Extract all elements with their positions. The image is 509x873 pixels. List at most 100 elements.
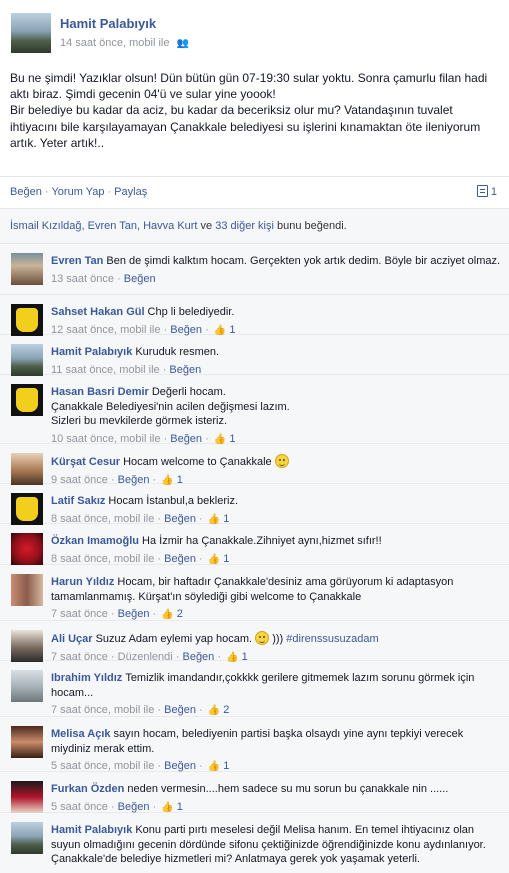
comment-text: Ben de şimdi kalktım hocam. Gerçekten yo… [106,255,501,267]
rabia-sign-icon [16,308,38,332]
comment-timestamp[interactable]: 8 saat önce, mobil ile [51,553,154,565]
commenter-name[interactable]: Ibrahim Yıldız [51,672,122,684]
comment-timestamp[interactable]: 11 saat önce, mobil ile [51,364,160,376]
comment-like-button[interactable]: Beğen [118,801,150,813]
commenter-avatar[interactable] [11,453,43,485]
rabia-sign-icon [16,388,38,412]
thumbs-up-icon: 👍 [207,705,221,716]
comment-timestamp[interactable]: 12 saat önce, mobil ile [51,324,160,336]
comment-like-count[interactable]: 2 [223,704,229,716]
comment-timestamp[interactable]: 5 saat önce [51,801,108,813]
commenter-name[interactable]: Kürşat Cesur [51,456,120,468]
post-timestamp[interactable]: 14 saat önce, mobil ile [60,37,169,49]
commenter-name[interactable]: Hamit Palabıyık [51,346,132,358]
commenter-avatar[interactable] [11,670,43,702]
comments-list: Evren Tan Ben de şimdi kalktım hocam. Ger… [0,244,509,873]
comment-like-button[interactable]: Beğen [169,364,201,376]
comment-meta: 7 saat önce, mobil ile · Beğen · 👍 2 [51,704,230,716]
comment-text: Değerli hocam. [151,386,226,398]
commenter-avatar[interactable] [11,533,43,565]
comment-meta: 13 saat önce · Beğen [51,272,156,285]
commenter-name[interactable]: Özkan Imamoğlu [51,535,139,547]
likes-summary: İsmail Kızıldağ, Evren Tan, Havva Kurt v… [0,209,509,244]
comment-count-value: 1 [490,186,497,198]
post-paragraph: Bir belediye bu kadar da aciz, bu kadar … [10,103,481,150]
comment-text: Hocam welcome to Çanakkale [123,456,272,468]
thumbs-up-icon: 👍 [213,324,227,336]
comment-item: Hasan Basri Demir Değerli hocam. Çanakkal… [0,375,509,445]
comment-like-count[interactable]: 1 [229,433,235,445]
comment-item: Furkan Özden neden vermesin....hem sadece… [0,772,509,813]
comment-item: Hamit Palabıyık Kuruduk resmen. 11 saat ö… [0,335,509,376]
thumbs-up-icon: 👍 [207,513,221,525]
post-body: Bu ne şimdi! Yazıklar olsun! Dün bütün g… [0,62,509,151]
commenter-avatar[interactable] [11,304,43,336]
friends-audience-icon[interactable]: 👥 [177,38,189,49]
commenter-name[interactable]: Latif Sakız [51,495,105,507]
comment-item: Ali Uçar Suzuz Adam eylemi yap hocam. )))… [0,621,509,663]
comment-meta: 7 saat önce · Beğen · 👍 2 [51,608,183,620]
share-button[interactable]: Paylaş [114,186,147,198]
comment-like-count[interactable]: 1 [223,553,229,565]
commenter-avatar[interactable] [11,822,43,854]
thumbs-up-icon: 👍 [213,433,227,445]
comment-text-after: ))) [272,633,284,645]
post-author-name[interactable]: Hamit Palabıyık [60,16,156,31]
comment-timestamp[interactable]: 13 saat önce [51,273,114,285]
comment-item: Latif Sakız Hocam İstanbul,a bekleriz. 8 … [0,484,509,525]
comment-like-button[interactable]: Beğen [164,760,196,772]
comment-like-button[interactable]: Beğen [170,433,202,445]
comment-text: Kuruduk resmen. [135,346,220,358]
commenter-avatar[interactable] [11,726,43,758]
comment-like-button[interactable]: Beğen [118,608,150,620]
comment-like-count[interactable]: 1 [229,324,235,336]
commenter-name[interactable]: Evren Tan [51,255,103,267]
comment-like-count[interactable]: 1 [177,801,183,813]
commenter-avatar[interactable] [11,781,43,813]
commenter-name[interactable]: Ali Uçar [51,633,93,645]
commenter-name[interactable]: Furkan Özden [51,783,124,795]
comment-like-count[interactable]: 1 [223,513,229,525]
comment-text: sayın hocam, belediyenin partisi başka o… [51,728,464,755]
comment-like-button[interactable]: Beğen [164,553,196,565]
comment-item: Melisa Açık sayın hocam, belediyenin part… [0,717,509,772]
commenter-avatar[interactable] [11,253,43,285]
commenter-name[interactable]: Hasan Basri Demir [51,386,149,398]
like-button[interactable]: Beğen [10,186,42,198]
comment-like-button[interactable]: Beğen [164,513,196,525]
likers-names[interactable]: İsmail Kızıldağ, Evren Tan, Havva Kurt [10,220,198,232]
thumbs-up-icon: 👍 [161,609,174,620]
commenter-name[interactable]: Melisa Açık [51,728,111,740]
comment-like-count[interactable]: 1 [223,760,229,772]
comment-text: Suzuz Adam eylemi yap hocam. [95,633,253,645]
author-avatar[interactable] [11,13,51,53]
likers-others-link[interactable]: 33 diğer kişi [215,220,274,232]
commenter-avatar[interactable] [11,344,43,376]
comment-like-button[interactable]: Beğen [124,273,156,285]
hashtag-link[interactable]: #direnssusuzadam [286,633,378,645]
commenter-avatar[interactable] [11,574,43,606]
comment-button[interactable]: Yorum Yap [51,186,104,198]
commenter-name[interactable]: Sahset Hakan Gül [51,306,145,318]
comment-count[interactable]: 1 [476,185,497,198]
comment-item: Hamit Palabıyık Konu parti pırtı meselesi… [0,813,509,873]
thumbs-up-icon: 👍 [161,801,174,813]
commenter-avatar[interactable] [11,384,43,416]
commenter-avatar[interactable] [11,630,43,662]
commenter-name[interactable]: Harun Yıldız [51,576,114,588]
comment-timestamp[interactable]: 5 saat önce, mobil ile [51,760,154,772]
comment-timestamp[interactable]: 7 saat önce [51,608,108,620]
comment-like-button[interactable]: Beğen [164,704,196,716]
comment-timestamp[interactable]: 7 saat önce, mobil ile [51,704,154,716]
separator: · [44,186,49,198]
thumbs-up-icon: 👍 [207,553,221,565]
post-paragraph: Bu ne şimdi! Yazıklar olsun! Dün bütün g… [10,71,488,102]
comment-like-button[interactable]: Beğen [170,324,202,336]
comment-timestamp[interactable]: 8 saat önce, mobil ile [51,513,154,525]
comment-timestamp[interactable]: 10 saat önce, mobil ile [51,433,160,445]
commenter-avatar[interactable] [11,493,43,525]
comment-item: Özkan Imamoğlu Ha İzmir ha Çanakkale.Zihn… [0,524,509,565]
comment-like-count[interactable]: 2 [177,608,183,620]
commenter-name[interactable]: Hamit Palabıyık [51,824,132,836]
comment-text-line: Çanakkale Belediyesi'nin acilen değişmes… [51,400,290,413]
